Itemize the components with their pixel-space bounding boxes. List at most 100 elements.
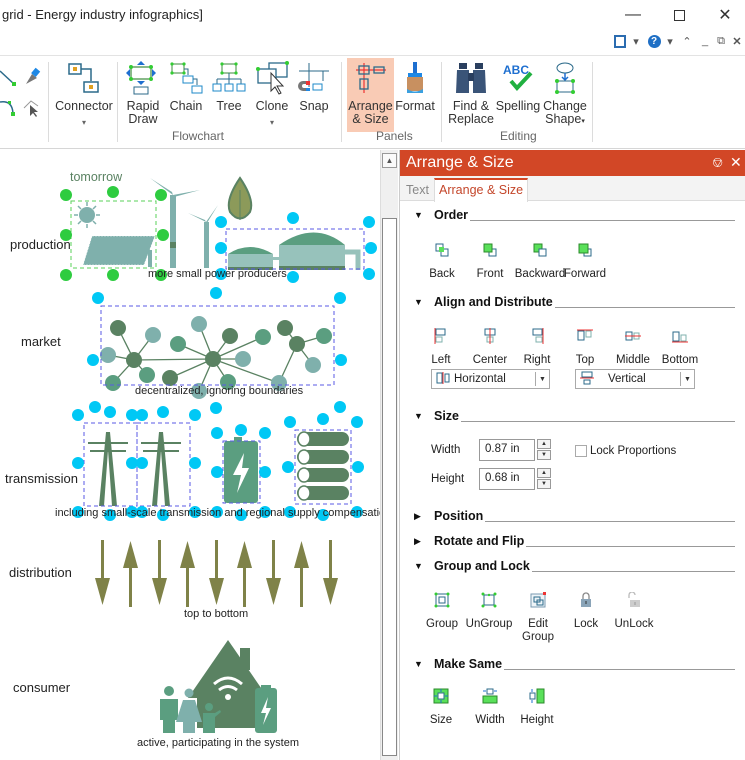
group-button[interactable]: Group bbox=[426, 590, 458, 631]
unlock-button[interactable]: UnLock bbox=[614, 590, 654, 631]
scrollbar-thumb[interactable] bbox=[382, 218, 397, 756]
triangle-up-icon[interactable]: ▲ bbox=[537, 468, 551, 478]
help-button[interactable]: ? bbox=[646, 32, 662, 50]
collapse-ribbon-button[interactable]: ⌃ bbox=[680, 32, 694, 50]
section-position[interactable]: ▶ Position bbox=[414, 507, 735, 525]
triangle-right-icon: ▶ bbox=[414, 510, 421, 521]
pen-tool-button[interactable] bbox=[22, 66, 42, 88]
height-input[interactable]: 0.68 in bbox=[479, 468, 535, 490]
drawing-canvas[interactable]: tomorrow production more small power pro… bbox=[0, 150, 380, 760]
scroll-up-button[interactable]: ▲ bbox=[382, 153, 397, 168]
arrange-size-button[interactable]: Arrange & Size bbox=[347, 58, 394, 132]
clone-button[interactable]: Clone ▾ bbox=[252, 58, 292, 132]
triangle-up-icon[interactable]: ▲ bbox=[537, 439, 551, 449]
doc-restore-button[interactable]: ⧉ bbox=[714, 32, 728, 50]
panel-close-button[interactable]: ✕ bbox=[730, 154, 742, 171]
smart-home-shape[interactable] bbox=[160, 640, 277, 733]
back-button[interactable]: Back bbox=[428, 240, 456, 281]
width-input[interactable]: 0.87 in bbox=[479, 439, 535, 461]
align-right-button[interactable]: Right bbox=[520, 326, 554, 367]
title-bar: grid - Energy industry infographics] — ✕… bbox=[0, 0, 745, 48]
ungroup-button[interactable]: UnGroup bbox=[466, 590, 512, 631]
close-icon: ✕ bbox=[718, 7, 732, 24]
triangle-down-icon[interactable]: ▼ bbox=[537, 479, 551, 489]
chain-button[interactable]: Chain bbox=[166, 58, 206, 132]
distribute-horizontal-select[interactable]: Horizontal ▼ bbox=[431, 369, 550, 389]
minimize-button[interactable]: — bbox=[610, 2, 656, 28]
section-make-same[interactable]: ▼ Make Same bbox=[414, 655, 735, 673]
align-right-icon bbox=[527, 326, 547, 346]
spelling-icon: ABC bbox=[501, 61, 535, 95]
edit-point-button[interactable] bbox=[22, 96, 42, 118]
front-button[interactable]: Front bbox=[475, 240, 505, 281]
power-pylon-shape[interactable] bbox=[88, 432, 181, 506]
align-top-button[interactable]: Top bbox=[570, 326, 600, 367]
tree-button[interactable]: Tree bbox=[210, 58, 248, 132]
rapid-draw-label: Rapid Draw bbox=[126, 99, 160, 126]
section-size[interactable]: ▼ Size bbox=[414, 407, 735, 425]
align-center-button[interactable]: Center bbox=[470, 326, 510, 367]
snap-button[interactable]: Snap bbox=[296, 58, 332, 132]
distribute-vertical-select[interactable]: Vertical ▼ bbox=[575, 369, 695, 389]
doc-close-button[interactable]: ✕ bbox=[731, 32, 743, 50]
section-align-distribute[interactable]: ▼ Align and Distribute bbox=[414, 293, 735, 311]
triangle-down-icon[interactable]: ▼ bbox=[537, 450, 551, 460]
close-window-button[interactable]: ✕ bbox=[702, 2, 745, 28]
panel-title: Arrange & Size bbox=[406, 154, 514, 171]
doc-minimize-button[interactable]: _ bbox=[699, 32, 711, 50]
distribution-arrows[interactable] bbox=[95, 540, 338, 607]
format-button[interactable]: Format bbox=[395, 58, 435, 132]
forward-button[interactable]: Forward bbox=[564, 240, 606, 281]
same-width-button[interactable]: Width bbox=[473, 686, 507, 727]
help-dropdown[interactable]: ▾ bbox=[665, 32, 675, 50]
height-stepper[interactable]: ▲ ▼ bbox=[537, 468, 551, 490]
align-left-button[interactable]: Left bbox=[426, 326, 456, 367]
rapid-draw-button[interactable]: Rapid Draw bbox=[122, 58, 164, 132]
width-stepper[interactable]: ▲ ▼ bbox=[537, 439, 551, 461]
row-label-consumer: consumer bbox=[13, 680, 71, 695]
caption-consumer: active, participating in the system bbox=[137, 737, 300, 749]
clone-label: Clone bbox=[255, 99, 289, 113]
solar-panel-shape[interactable] bbox=[74, 202, 156, 267]
header-text: tomorrow bbox=[70, 170, 123, 184]
biogas-plant-shape[interactable] bbox=[228, 232, 361, 271]
width-label: Width bbox=[431, 444, 461, 456]
curve-tool-button[interactable] bbox=[0, 96, 20, 118]
line-tool-icon bbox=[0, 70, 16, 86]
maximize-icon bbox=[673, 9, 685, 21]
cable-bundle-shape[interactable] bbox=[297, 431, 349, 501]
line-tool-button[interactable] bbox=[0, 66, 20, 88]
lock-button[interactable]: Lock bbox=[570, 590, 602, 631]
section-rotate-flip[interactable]: ▶ Rotate and Flip bbox=[414, 532, 735, 550]
align-middle-button[interactable]: Middle bbox=[614, 326, 652, 367]
backward-button[interactable]: Backward bbox=[515, 240, 565, 281]
section-order[interactable]: ▼ Order bbox=[414, 206, 735, 224]
group-icon bbox=[432, 590, 452, 610]
spelling-button[interactable]: ABC Spelling bbox=[495, 58, 541, 132]
same-height-button[interactable]: Height bbox=[519, 686, 555, 727]
chevron-down-icon: ▾ bbox=[269, 118, 274, 127]
tab-arrange-size[interactable]: Arrange & Size bbox=[434, 178, 529, 202]
tab-text[interactable]: Text bbox=[402, 180, 433, 201]
edit-group-button[interactable]: Edit Group bbox=[520, 590, 556, 644]
maximize-button[interactable] bbox=[656, 2, 702, 28]
group-label-panels: Panels bbox=[376, 129, 413, 143]
change-shape-button[interactable]: Change Shape▾ bbox=[542, 58, 588, 132]
lock-proportions-checkbox[interactable] bbox=[575, 445, 587, 457]
section-group-lock[interactable]: ▼ Group and Lock bbox=[414, 557, 735, 575]
layout-dropdown[interactable]: ▾ bbox=[631, 32, 641, 50]
align-bottom-button[interactable]: Bottom bbox=[660, 326, 700, 367]
triangle-down-icon: ▼ bbox=[414, 561, 423, 571]
minimize-icon: — bbox=[625, 6, 641, 23]
spelling-label: Spelling bbox=[495, 99, 541, 113]
find-replace-button[interactable]: Find & Replace bbox=[448, 58, 494, 132]
connector-button[interactable]: Connector ▾ bbox=[54, 58, 114, 132]
same-size-button[interactable]: Size bbox=[427, 686, 455, 727]
distribute-horizontal-icon bbox=[436, 371, 450, 387]
caption-market: decentralized, ignoring boundaries bbox=[135, 385, 304, 397]
pin-button[interactable]: ⎊ bbox=[712, 154, 723, 171]
layout-button[interactable] bbox=[612, 32, 628, 50]
selection-handles-green[interactable] bbox=[60, 186, 169, 281]
vertical-scrollbar[interactable]: ▲ bbox=[380, 150, 398, 760]
battery-shape[interactable] bbox=[224, 437, 258, 503]
